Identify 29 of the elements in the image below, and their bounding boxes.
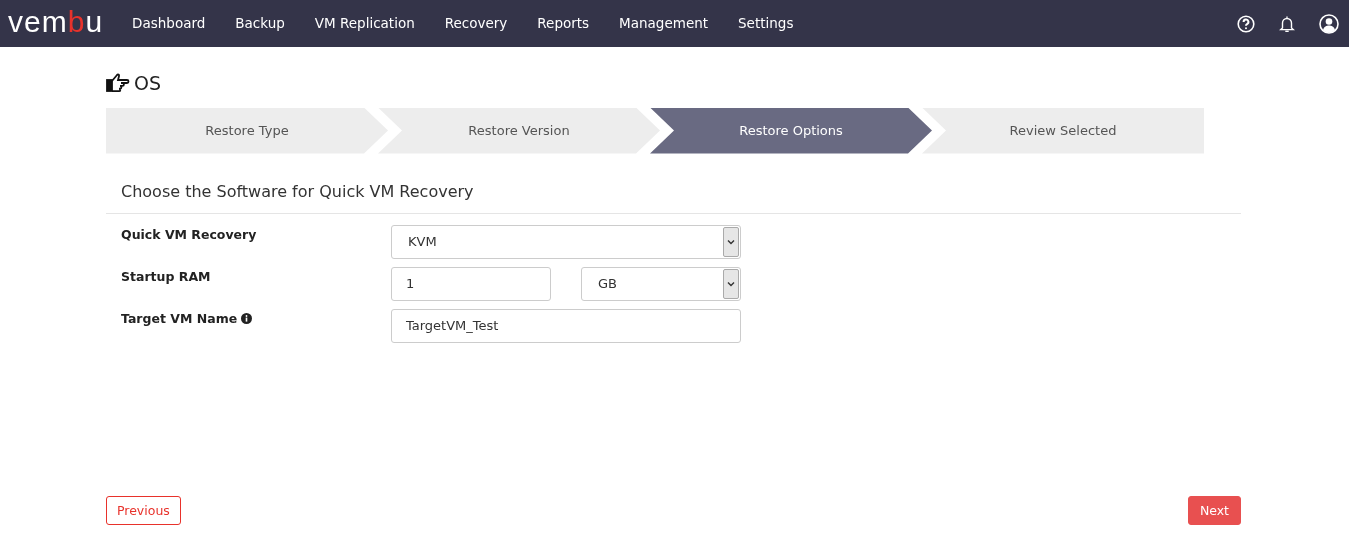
help-icon[interactable] [1237, 14, 1255, 33]
pointing-hand-icon [106, 73, 130, 94]
dropdown[interactable]: KVM [391, 224, 741, 259]
caret-icon [723, 268, 739, 299]
nav-link[interactable]: Settings [723, 13, 809, 34]
nav-link[interactable]: Dashboard [117, 13, 221, 34]
input-field[interactable]: 1 [391, 266, 551, 301]
nav-link[interactable]: Backup [220, 13, 300, 34]
user-account-icon[interactable] [1319, 13, 1339, 34]
wizard-step[interactable]: Restore Options [650, 107, 932, 154]
wizard-step[interactable]: Restore Type [106, 107, 388, 154]
nav-link[interactable]: Recovery [429, 13, 523, 34]
nav-link[interactable]: VM Replication [299, 13, 430, 34]
previous-button[interactable]: Previous [106, 495, 181, 525]
input-field[interactable]: TargetVM_Test [391, 308, 741, 343]
wizard-step[interactable]: Review Selected [922, 107, 1204, 154]
next-button[interactable]: Next [1187, 495, 1241, 525]
field-label: Startup RAM [121, 267, 211, 286]
field-label: Target VM Name [121, 309, 238, 328]
caret-icon [723, 226, 739, 257]
field-label: Quick VM Recovery [121, 225, 257, 244]
page-title: OS [134, 71, 161, 96]
notification-bell-icon[interactable] [1279, 14, 1295, 33]
section-title: Choose the Software for Quick VM Recovery [106, 153, 1241, 214]
nav-link[interactable]: Reports [522, 13, 605, 34]
dropdown[interactable]: GB [581, 266, 741, 301]
wizard-step[interactable]: Restore Version [378, 107, 660, 154]
logo: vembu [8, 6, 104, 37]
nav-link[interactable]: Management [604, 13, 724, 34]
